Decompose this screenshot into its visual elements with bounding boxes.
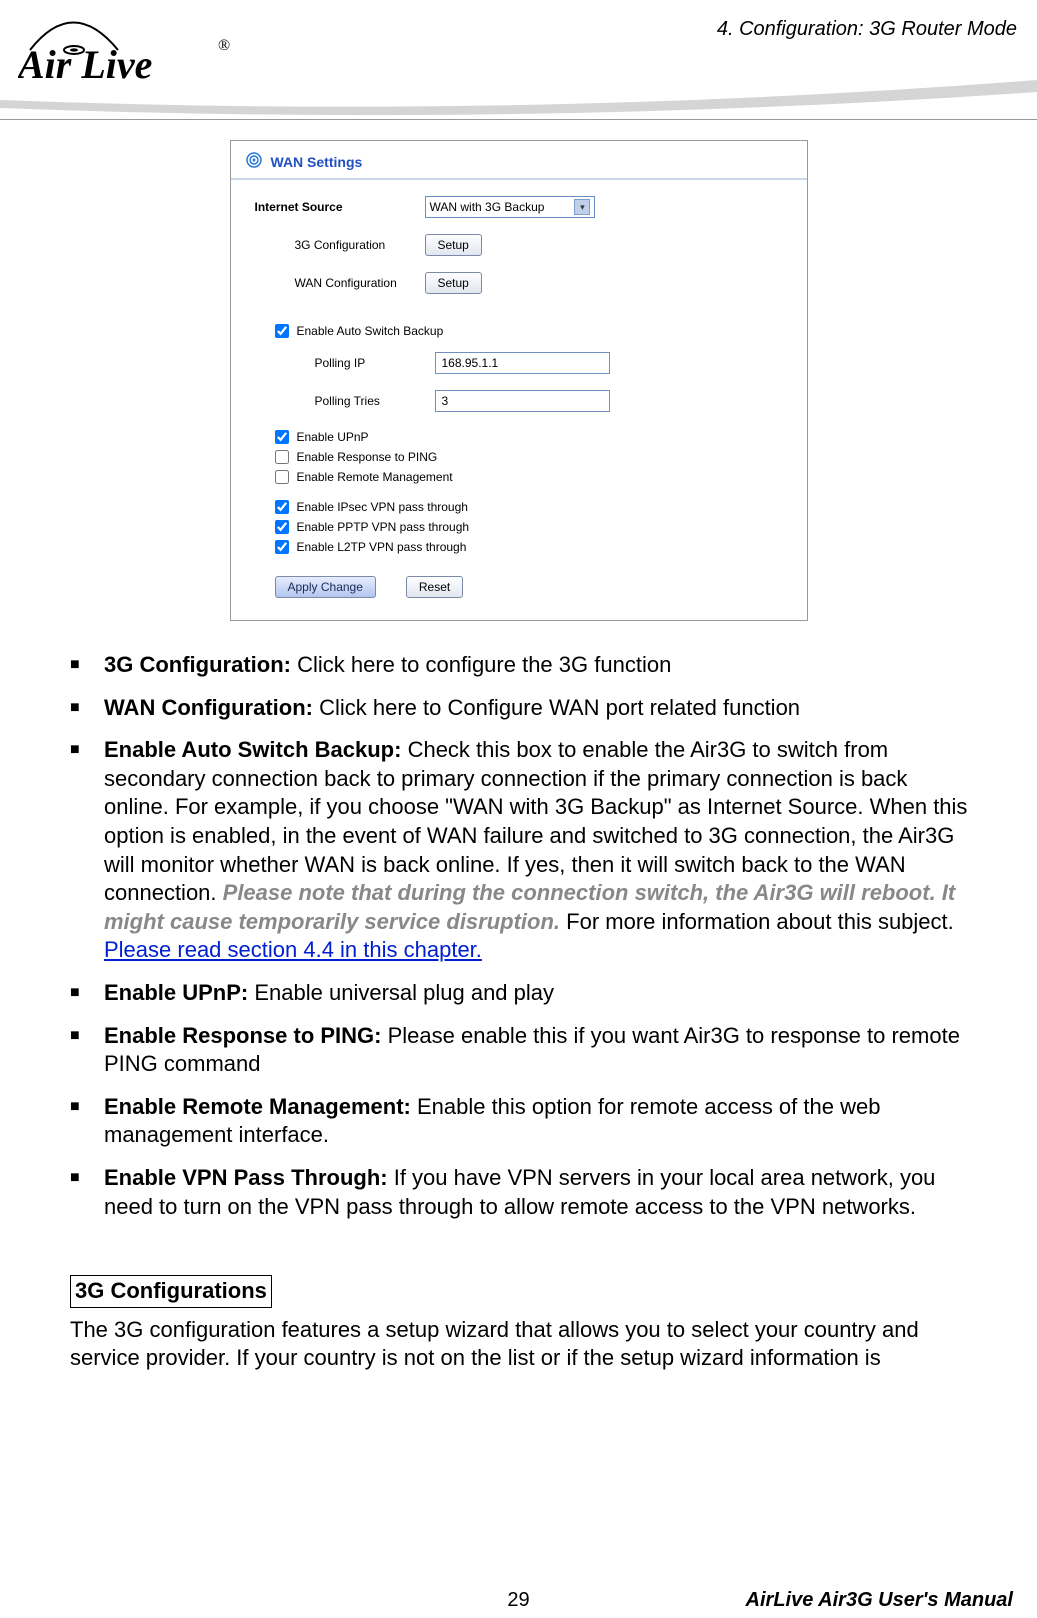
b7-bold: Enable VPN Pass Through: bbox=[104, 1165, 388, 1190]
auto-switch-row: Enable Auto Switch Backup bbox=[255, 324, 783, 338]
internet-source-select[interactable]: WAN with 3G Backup ▾ bbox=[425, 196, 596, 218]
b4-bold: Enable UPnP: bbox=[104, 980, 248, 1005]
panel-title: WAN Settings bbox=[271, 154, 363, 170]
b3-bold: Enable Auto Switch Backup: bbox=[104, 737, 401, 762]
panel-title-row: WAN Settings bbox=[231, 141, 807, 180]
bullet-text: 3G Configuration: Click here to configur… bbox=[104, 651, 977, 680]
remote-mgmt-label: Enable Remote Management bbox=[297, 470, 453, 484]
remote-mgmt-row: Enable Remote Management bbox=[275, 470, 783, 484]
b2-text: Click here to Configure WAN port related… bbox=[319, 695, 800, 720]
bullet-text: Enable UPnP: Enable universal plug and p… bbox=[104, 979, 977, 1008]
bullet-vpn-pass: ■ Enable VPN Pass Through: If you have V… bbox=[70, 1164, 977, 1221]
upnp-row: Enable UPnP bbox=[275, 430, 783, 444]
polling-ip-row: Polling IP bbox=[255, 352, 783, 374]
upnp-checkbox[interactable] bbox=[275, 430, 289, 444]
bullet-icon: ■ bbox=[70, 694, 104, 723]
bullet-text: Enable Response to PING: Please enable t… bbox=[104, 1022, 977, 1079]
ipsec-label: Enable IPsec VPN pass through bbox=[297, 500, 468, 514]
header-swoosh bbox=[0, 80, 1037, 120]
polling-tries-row: Polling Tries bbox=[255, 390, 783, 412]
b5-bold: Enable Response to PING: bbox=[104, 1023, 382, 1048]
polling-tries-label: Polling Tries bbox=[315, 394, 435, 408]
bullet-icon: ■ bbox=[70, 979, 104, 1008]
3g-config-row: 3G Configuration Setup bbox=[255, 234, 783, 256]
manual-name: AirLive Air3G User's Manual bbox=[746, 1589, 1013, 1612]
wan-config-label: WAN Configuration bbox=[295, 276, 425, 290]
upnp-label: Enable UPnP bbox=[297, 430, 369, 444]
target-icon bbox=[245, 151, 263, 172]
pptp-checkbox[interactable] bbox=[275, 520, 289, 534]
3g-setup-button[interactable]: Setup bbox=[425, 234, 482, 256]
b6-bold: Enable Remote Management: bbox=[104, 1094, 411, 1119]
reset-button[interactable]: Reset bbox=[406, 576, 463, 598]
polling-tries-input[interactable] bbox=[435, 390, 610, 412]
button-row: Apply Change Reset bbox=[255, 576, 783, 598]
bullet-text: Enable Remote Management: Enable this op… bbox=[104, 1093, 977, 1150]
wan-setup-button[interactable]: Setup bbox=[425, 272, 482, 294]
section-4-4-link[interactable]: Please read section 4.4 in this chapter. bbox=[104, 937, 482, 962]
body-content: ■ 3G Configuration: Click here to config… bbox=[0, 651, 1037, 1373]
wan-config-row: WAN Configuration Setup bbox=[255, 272, 783, 294]
ping-row: Enable Response to PING bbox=[275, 450, 783, 464]
wan-settings-panel: WAN Settings Internet Source WAN with 3G… bbox=[230, 140, 808, 621]
bullet-auto-switch: ■ Enable Auto Switch Backup: Check this … bbox=[70, 736, 977, 965]
bullet-3g-config: ■ 3G Configuration: Click here to config… bbox=[70, 651, 977, 680]
apply-change-button[interactable]: Apply Change bbox=[275, 576, 376, 598]
internet-source-row: Internet Source WAN with 3G Backup ▾ bbox=[255, 196, 783, 218]
internet-source-label: Internet Source bbox=[255, 200, 425, 214]
l2tp-row: Enable L2TP VPN pass through bbox=[275, 540, 783, 554]
b4-text: Enable universal plug and play bbox=[248, 980, 554, 1005]
auto-switch-label: Enable Auto Switch Backup bbox=[297, 324, 444, 338]
b1-text: Click here to configure the 3G function bbox=[297, 652, 671, 677]
internet-source-value: WAN with 3G Backup bbox=[430, 200, 545, 214]
bullet-icon: ■ bbox=[70, 1164, 104, 1221]
section-3g-configurations: 3G Configurations The 3G configuration f… bbox=[70, 1235, 977, 1373]
bullet-icon: ■ bbox=[70, 736, 104, 965]
bullet-icon: ■ bbox=[70, 1093, 104, 1150]
pptp-label: Enable PPTP VPN pass through bbox=[297, 520, 470, 534]
b3-t2: For more information about this subject. bbox=[560, 909, 954, 934]
bullet-text: Enable Auto Switch Backup: Check this bo… bbox=[104, 736, 977, 965]
ping-label: Enable Response to PING bbox=[297, 450, 438, 464]
bullet-remote-mgmt: ■ Enable Remote Management: Enable this … bbox=[70, 1093, 977, 1150]
svg-text:®: ® bbox=[218, 37, 230, 54]
l2tp-checkbox[interactable] bbox=[275, 540, 289, 554]
page-header: Air Live ® 4. Configuration: 3G Router M… bbox=[0, 0, 1037, 120]
bullet-text: WAN Configuration: Click here to Configu… bbox=[104, 694, 977, 723]
bullet-upnp: ■ Enable UPnP: Enable universal plug and… bbox=[70, 979, 977, 1008]
panel-body: Internet Source WAN with 3G Backup ▾ 3G … bbox=[231, 180, 807, 620]
svg-text:Air Live: Air Live bbox=[18, 42, 152, 85]
polling-ip-input[interactable] bbox=[435, 352, 610, 374]
page-number: 29 bbox=[507, 1589, 529, 1612]
auto-switch-checkbox[interactable] bbox=[275, 324, 289, 338]
section-heading: 3G Configurations bbox=[70, 1275, 272, 1308]
bullet-icon: ■ bbox=[70, 1022, 104, 1079]
bullet-wan-config: ■ WAN Configuration: Click here to Confi… bbox=[70, 694, 977, 723]
ipsec-row: Enable IPsec VPN pass through bbox=[275, 500, 783, 514]
chevron-down-icon: ▾ bbox=[574, 199, 590, 215]
ping-checkbox[interactable] bbox=[275, 450, 289, 464]
ipsec-checkbox[interactable] bbox=[275, 500, 289, 514]
checkbox-group-1: Enable UPnP Enable Response to PING Enab… bbox=[255, 430, 783, 554]
airlive-logo: Air Live ® bbox=[18, 10, 248, 90]
section-paragraph: The 3G configuration features a setup wi… bbox=[70, 1316, 977, 1373]
b1-bold: 3G Configuration: bbox=[104, 652, 297, 677]
pptp-row: Enable PPTP VPN pass through bbox=[275, 520, 783, 534]
bullet-ping: ■ Enable Response to PING: Please enable… bbox=[70, 1022, 977, 1079]
3g-config-label: 3G Configuration bbox=[295, 238, 425, 252]
l2tp-label: Enable L2TP VPN pass through bbox=[297, 540, 467, 554]
bullet-icon: ■ bbox=[70, 651, 104, 680]
polling-ip-label: Polling IP bbox=[315, 356, 435, 370]
bullet-text: Enable VPN Pass Through: If you have VPN… bbox=[104, 1164, 977, 1221]
b2-bold: WAN Configuration: bbox=[104, 695, 319, 720]
remote-mgmt-checkbox[interactable] bbox=[275, 470, 289, 484]
chapter-title: 4. Configuration: 3G Router Mode bbox=[717, 18, 1017, 41]
